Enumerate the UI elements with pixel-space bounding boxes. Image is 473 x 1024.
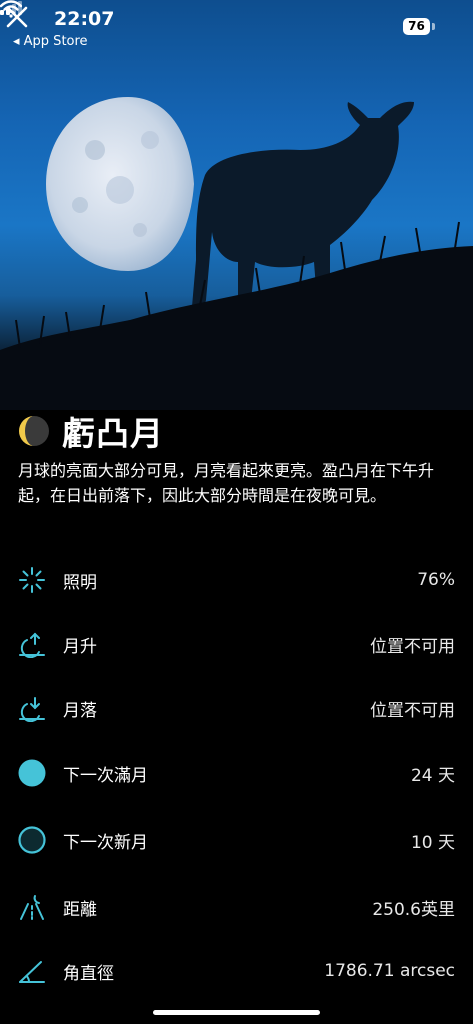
close-button[interactable] bbox=[0, 0, 34, 34]
full-moon-icon bbox=[17, 758, 47, 788]
moon-elk-illustration bbox=[0, 97, 473, 410]
battery-tip bbox=[432, 23, 435, 30]
detail-value: 76% bbox=[417, 570, 455, 590]
detail-label: 距離 bbox=[63, 899, 97, 920]
detail-label: 月落 bbox=[63, 700, 97, 721]
detail-value: 10 天 bbox=[410, 832, 455, 853]
detail-row-moonset: 月落 位置不可用 bbox=[0, 688, 473, 728]
detail-label: 下一次新月 bbox=[63, 832, 148, 853]
illumination-icon bbox=[17, 565, 47, 595]
detail-row-next-new-moon: 下一次新月 10 天 bbox=[0, 820, 473, 860]
status-bar: 22:07 ◂ App Store 76 bbox=[0, 0, 473, 56]
battery-icon: 76 bbox=[403, 18, 430, 35]
hero-image: 22:07 ◂ App Store 76 bbox=[0, 0, 473, 410]
hill-shape bbox=[0, 246, 473, 410]
status-time: 22:07 bbox=[54, 8, 115, 30]
phase-description: 月球的亮面大部分可見，月亮看起來更亮。盈凸月在下午升起，在日出前落下，因此大部分… bbox=[18, 461, 435, 505]
angle-icon bbox=[17, 956, 47, 986]
detail-label: 角直徑 bbox=[63, 963, 114, 984]
detail-value: 250.6英里 bbox=[372, 899, 455, 920]
detail-row-illumination: 照明 76% bbox=[0, 560, 473, 600]
waning-gibbous-icon bbox=[19, 416, 49, 446]
back-to-app-link[interactable]: ◂ App Store bbox=[13, 34, 88, 49]
detail-value: 位置不可用 bbox=[370, 636, 455, 657]
detail-value: 1786.71 arcsec bbox=[324, 961, 455, 981]
distance-icon bbox=[17, 892, 47, 922]
detail-row-distance: 距離 250.6英里 bbox=[0, 887, 473, 927]
moonrise-icon bbox=[17, 629, 47, 659]
detail-row-next-full-moon: 下一次滿月 24 天 bbox=[0, 753, 473, 793]
moonset-icon bbox=[17, 693, 47, 723]
detail-value: 24 天 bbox=[410, 765, 455, 786]
detail-label: 月升 bbox=[63, 636, 97, 657]
detail-row-moonrise: 月升 位置不可用 bbox=[0, 624, 473, 664]
detail-row-angular-diameter: 角直徑 1786.71 arcsec bbox=[0, 951, 473, 991]
phase-header: 虧凸月 bbox=[18, 407, 164, 455]
detail-label: 照明 bbox=[63, 572, 97, 593]
phase-title: 虧凸月 bbox=[62, 414, 164, 453]
detail-label: 下一次滿月 bbox=[63, 765, 148, 786]
detail-value: 位置不可用 bbox=[370, 700, 455, 721]
new-moon-icon bbox=[17, 825, 47, 855]
home-indicator[interactable] bbox=[153, 1010, 320, 1015]
moon-shape bbox=[46, 97, 194, 271]
